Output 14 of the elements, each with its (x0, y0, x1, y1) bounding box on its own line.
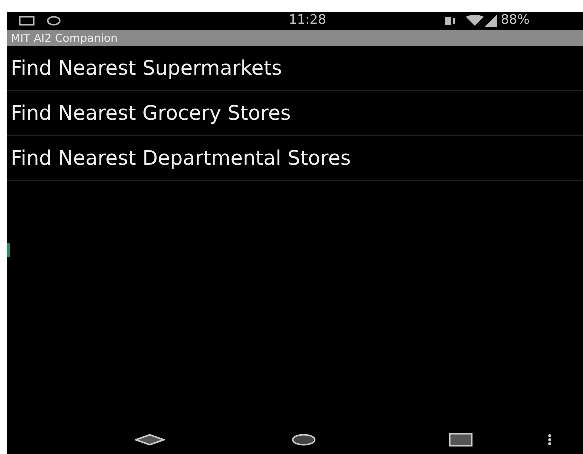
signal-icon (485, 15, 497, 27)
edge-handle[interactable] (7, 243, 10, 257)
wifi-icon (465, 15, 485, 27)
recent-apps-icon[interactable] (449, 433, 473, 447)
image-icon (19, 16, 35, 26)
app-title: MIT AI2 Companion (11, 32, 118, 44)
list-item[interactable]: Find Nearest Grocery Stores (7, 91, 583, 136)
back-icon[interactable] (135, 434, 165, 446)
list-item[interactable]: Find Nearest Supermarkets (7, 46, 583, 91)
clock-time: 11:28 (289, 12, 328, 30)
battery-percent: 88% (501, 12, 530, 30)
list-item[interactable]: Find Nearest Departmental Stores (7, 136, 583, 181)
overflow-menu-icon[interactable] (548, 434, 552, 446)
home-icon[interactable] (292, 434, 316, 446)
